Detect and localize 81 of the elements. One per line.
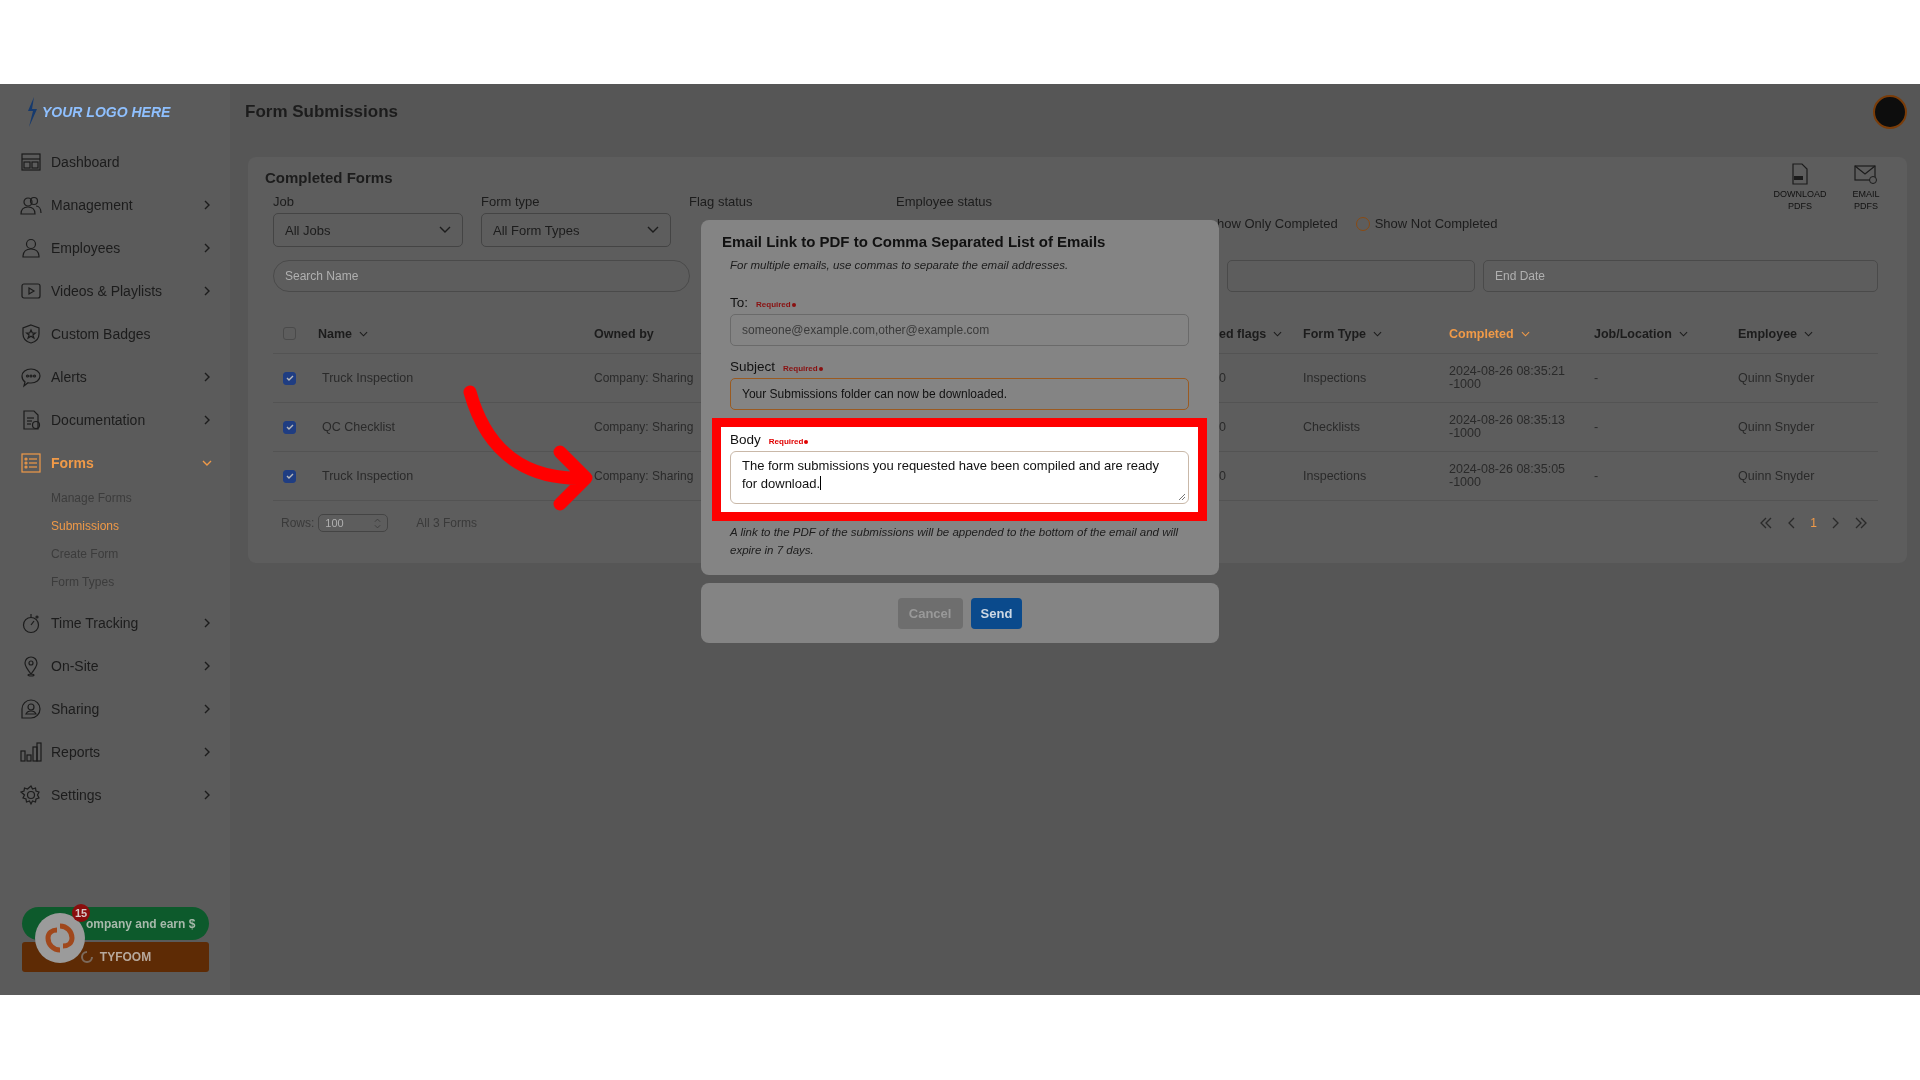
nav-item[interactable]: Alerts [0, 355, 230, 398]
notification-badge-popup: 15 [72, 904, 90, 922]
field-label: To: [730, 295, 748, 310]
pdf-file-icon [1791, 163, 1809, 185]
column-header[interactable]: Owned by [594, 326, 654, 341]
stepper-arrows-icon [374, 517, 382, 529]
avatar[interactable] [1873, 95, 1907, 129]
checkbox[interactable] [283, 420, 296, 434]
body-field[interactable]: The form submissions you requested have been compiled and are ready for download. [730, 451, 1189, 504]
nav-item[interactable]: Sharing [0, 687, 230, 730]
swirl-icon [43, 921, 77, 955]
rows-stepper[interactable]: 100 [318, 514, 389, 532]
next-page-icon[interactable] [1831, 516, 1840, 530]
caret-icon [439, 226, 451, 234]
nav-item[interactable]: Employees [0, 226, 230, 269]
nav-item[interactable]: Settings [0, 773, 230, 816]
logo-text: YOUR LOGO HERE [42, 104, 171, 120]
column-header[interactable]: Job/Location [1594, 326, 1688, 341]
column-header[interactable]: Employee [1738, 326, 1814, 341]
document-icon [20, 408, 42, 431]
nav-item[interactable]: On-Site [0, 644, 230, 687]
dashboard-icon [20, 150, 42, 173]
dialog-note: A link to the PDF of the submissions will be appended to the bottom of the email and will expire in 7 days. [730, 525, 1180, 558]
logo-icon [26, 97, 38, 127]
page-title: Form Submissions [245, 102, 399, 122]
field-label: Subject [730, 359, 776, 374]
column-header[interactable]: Completed [1449, 326, 1530, 341]
input-field[interactable]: someone@example.com,other@example.com [730, 314, 1189, 346]
checkmark-icon [284, 373, 295, 383]
nav-item[interactable]: Reports [0, 730, 230, 773]
nav-item[interactable]: Forms [0, 441, 230, 484]
column-header[interactable]: ed flags [1219, 326, 1283, 341]
dialog-hint: For multiple emails, use commas to separate the email addresses. [730, 259, 1070, 271]
settings-icon [20, 783, 42, 806]
swirl-icon [79, 950, 94, 964]
dropdown[interactable]: All Jobs [273, 213, 463, 247]
field-label: Body [730, 432, 761, 447]
badge-icon [20, 322, 42, 345]
filter-label: Job [273, 194, 295, 209]
person-bubble-icon [20, 697, 42, 720]
sub-nav-item[interactable]: Submissions [0, 512, 120, 540]
input-field[interactable]: Your Submissions folder can now be downloaded. [730, 378, 1189, 410]
card-title: Completed Forms [265, 169, 394, 186]
table-cell: - [1594, 469, 1599, 483]
previous-page-icon[interactable] [1787, 516, 1797, 530]
caret-icon [647, 226, 659, 234]
chat-icon [20, 365, 42, 388]
table-cell: - [1594, 420, 1599, 434]
column-header[interactable]: Form Type [1303, 326, 1382, 341]
table-cell: - [1594, 371, 1599, 385]
download-pdfs-button[interactable]: DOWNLOAD PDFS [1774, 163, 1826, 212]
filter-label: Flag status [689, 194, 754, 209]
nav-item[interactable]: Management [0, 183, 230, 226]
dialog-title: Email Link to PDF to Comma Separated List of Emails [722, 233, 1107, 250]
nav-item[interactable]: Custom Badges [0, 312, 230, 355]
last-page-icon[interactable] [1854, 516, 1868, 530]
page-number[interactable]: 1 [1810, 516, 1817, 530]
column-header[interactable]: Name [318, 326, 369, 341]
checkbox[interactable] [283, 469, 296, 483]
bar-chart-icon [20, 740, 42, 763]
nav-item[interactable]: Dashboard [0, 140, 230, 183]
checkmark-icon [284, 471, 295, 481]
checkmark-icon [284, 422, 295, 432]
send-button[interactable]: Send [970, 597, 1023, 629]
email-icon [1854, 163, 1878, 185]
radio-option[interactable]: how Only Completed [1217, 216, 1338, 231]
stopwatch-icon [20, 611, 42, 634]
filter-label: Employee status [896, 194, 994, 209]
first-page-icon[interactable] [1759, 516, 1774, 530]
nav-item[interactable]: Documentation [0, 398, 230, 441]
filter-label: Form type [481, 194, 541, 209]
checkbox[interactable] [283, 371, 296, 385]
email-pdfs-button[interactable]: EMAIL PDFS [1840, 163, 1892, 212]
nav-item[interactable]: Time Tracking [0, 601, 230, 644]
person-icon [20, 236, 42, 259]
nav-item[interactable]: Videos & Playlists [0, 269, 230, 312]
date-field[interactable]: End Date [1483, 260, 1878, 292]
list-icon [20, 451, 42, 474]
radio-option[interactable]: Show Not Completed [1355, 216, 1498, 231]
resize-grip-icon[interactable] [1178, 493, 1186, 501]
dropdown[interactable]: All Form Types [481, 213, 671, 247]
